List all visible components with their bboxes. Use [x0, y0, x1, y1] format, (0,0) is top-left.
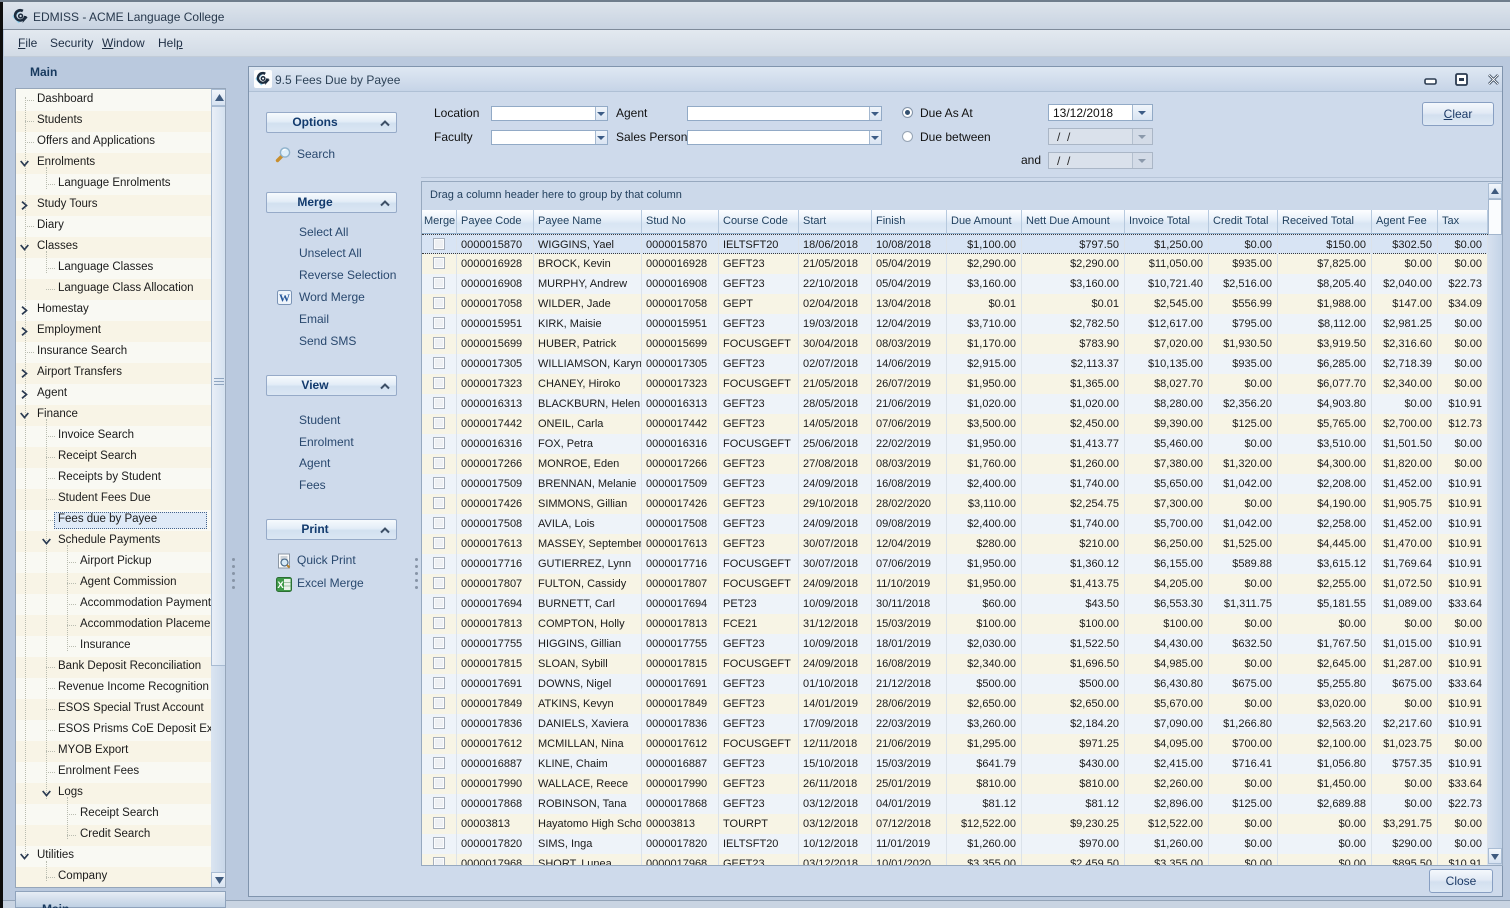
svg-text:X: X	[277, 580, 284, 591]
svg-text:W: W	[279, 293, 290, 305]
